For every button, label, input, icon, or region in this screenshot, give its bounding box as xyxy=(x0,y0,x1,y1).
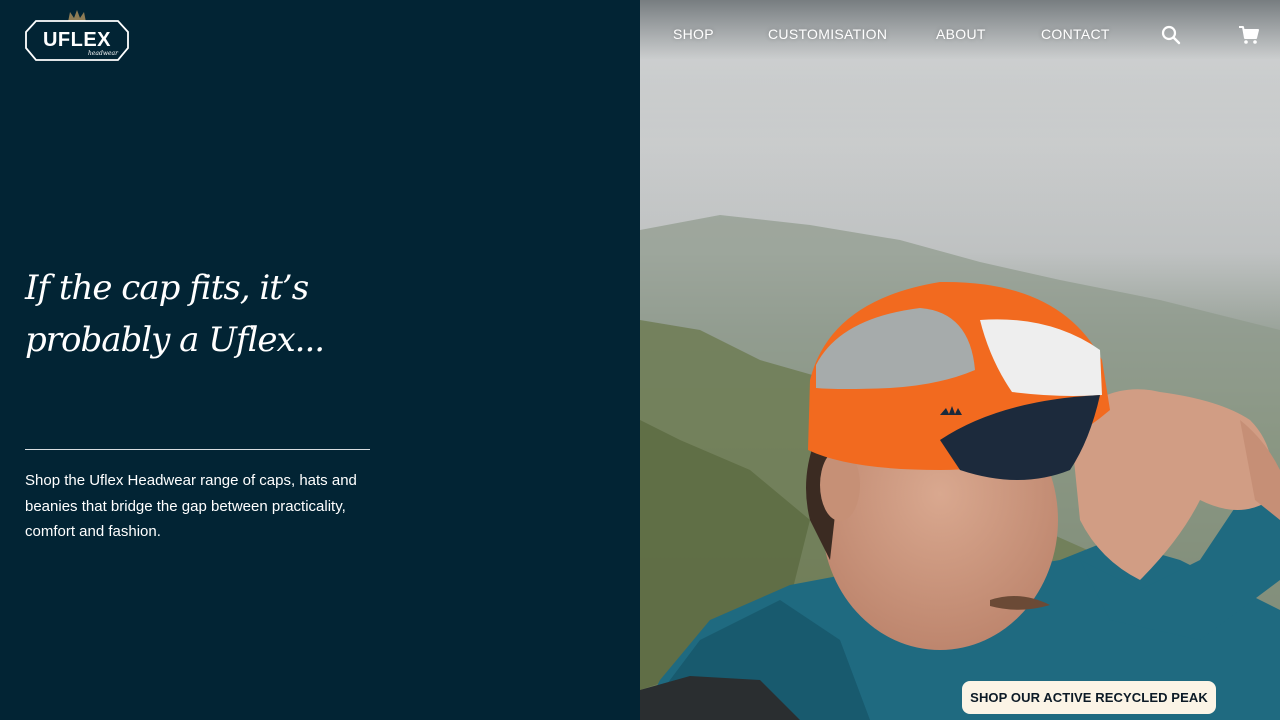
left-content-panel: UFLEX headwear If the cap fits, it’s pro… xyxy=(0,0,640,720)
main-nav: SHOP CUSTOMISATION ABOUT CONTACT xyxy=(640,0,1280,70)
nav-link-about[interactable]: ABOUT xyxy=(936,26,986,42)
uflex-logo[interactable]: UFLEX headwear xyxy=(24,8,130,64)
hero-image xyxy=(640,0,1280,720)
nav-link-contact[interactable]: CONTACT xyxy=(1041,26,1110,42)
hero-headline: If the cap fits, it’s probably a Uflex..… xyxy=(25,262,525,366)
search-icon[interactable] xyxy=(1160,24,1182,46)
headline-line-1: If the cap fits, it’s xyxy=(25,268,309,308)
intro-paragraph: Shop the Uflex Headwear range of caps, h… xyxy=(25,472,357,540)
headline-line-2: probably a Uflex... xyxy=(25,320,325,360)
logo-tagline: headwear xyxy=(88,50,119,57)
divider-line xyxy=(25,449,370,450)
nav-link-customisation[interactable]: CUSTOMISATION xyxy=(768,26,887,42)
hero-photo-illustration xyxy=(640,0,1280,720)
cart-icon[interactable] xyxy=(1238,24,1260,46)
logo-wordmark: UFLEX xyxy=(43,29,111,51)
nav-link-shop[interactable]: SHOP xyxy=(673,26,714,42)
shop-active-recycled-peak-button[interactable]: SHOP OUR ACTIVE RECYCLED PEAK xyxy=(962,681,1216,714)
